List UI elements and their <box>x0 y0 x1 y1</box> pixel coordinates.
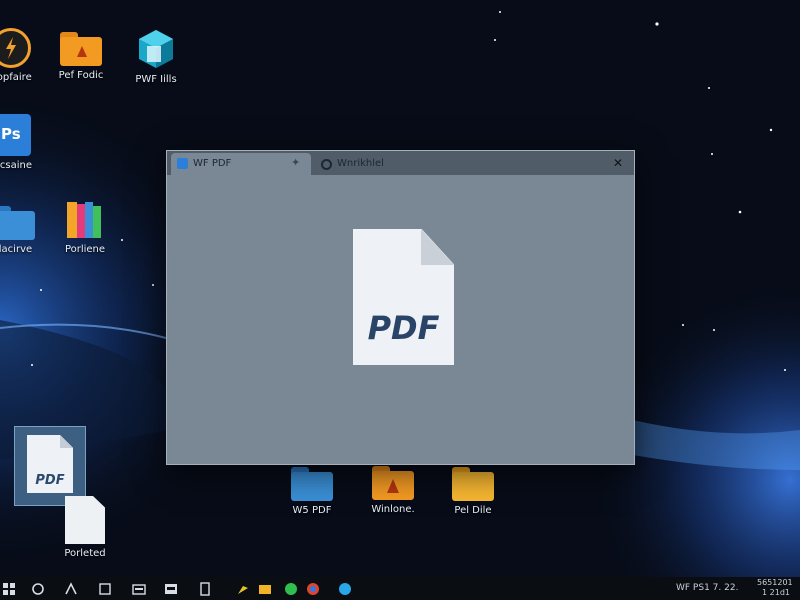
docs-icon[interactable] <box>198 581 214 597</box>
pin-icon[interactable] <box>236 581 252 597</box>
desktop-icon-label: PWF Iills <box>135 74 177 85</box>
files-icon[interactable] <box>98 581 114 597</box>
desktop-icon-label: Porliene <box>64 244 106 255</box>
tab-wnrikhlel[interactable]: Wnrikhlel <box>313 153 503 175</box>
pdf-app-icon: Ps <box>0 114 31 156</box>
tab-label: Wnrikhlel <box>337 158 384 169</box>
desktop-icon-label: Winlone. <box>371 504 415 515</box>
document-icon <box>65 496 105 544</box>
desktop-icon-pel-dile[interactable]: Pel Dile <box>428 467 518 516</box>
pin-icon[interactable]: ✦ <box>291 156 300 169</box>
desktop-icon-label: Pel Dile <box>454 505 492 516</box>
desktop-icon-porleted[interactable]: Porleted <box>40 496 130 559</box>
chrome-icon[interactable] <box>306 581 322 597</box>
selected-pdf-file[interactable]: PDF <box>14 426 86 506</box>
search-icon[interactable] <box>31 581 47 597</box>
desktop-icon-porliene[interactable]: Porliene <box>40 198 130 255</box>
loading-icon <box>321 159 332 170</box>
folder-icon <box>452 467 494 501</box>
power-app-icon <box>0 28 31 68</box>
pdf-folder-icon <box>372 466 414 500</box>
folder-icon <box>0 206 35 240</box>
desktop-icon-pwf-iills[interactable]: PWF Iills <box>111 28 201 85</box>
tab-wf-pdf[interactable]: WF PDF ✦ <box>171 153 311 175</box>
window-tab-bar: WF PDF ✦ Wnrikhlel ✕ <box>167 151 634 175</box>
pdf-tab-icon <box>177 158 188 169</box>
clock-date[interactable]: 1 21d1 <box>762 588 790 597</box>
pdf-badge: PDF <box>35 473 65 488</box>
taskbar: WF PS1 7. 22. 5651201 1 21d1 <box>0 577 800 600</box>
document-stack-icon <box>135 28 177 70</box>
task-view-icon[interactable] <box>64 581 80 597</box>
clock-time[interactable]: 5651201 <box>757 578 793 587</box>
tab-label: WF PDF <box>193 158 232 169</box>
pdf-file-icon: PDF <box>27 435 73 493</box>
pdf-document-icon: PDF <box>353 229 454 365</box>
pdf-document-label: PDF <box>367 309 440 347</box>
desktop-icon-ocsaine[interactable]: Ps Ocsaine <box>0 114 57 171</box>
folder-icon <box>60 32 102 66</box>
colorful-folder-icon <box>65 198 105 240</box>
desktop-icon-winlone[interactable]: Winlone. <box>348 466 438 515</box>
desktop-icon-label: Ocsaine <box>0 160 32 171</box>
close-icon[interactable]: ✕ <box>613 156 623 170</box>
app-blue-icon[interactable] <box>338 581 354 597</box>
tray-info[interactable]: WF PS1 7. 22. <box>676 583 738 593</box>
desktop-icon-label: W5 PDF <box>292 505 332 516</box>
start-icon[interactable] <box>2 581 18 597</box>
desktop-icon-label: Porleted <box>64 548 106 559</box>
store-icon[interactable] <box>164 581 180 597</box>
folder-icon <box>291 467 333 501</box>
desktop-icon-w5-pdf[interactable]: W5 PDF <box>267 467 357 516</box>
viewer-window[interactable]: WF PDF ✦ Wnrikhlel ✕ PDF <box>166 150 635 465</box>
folder-yellow-icon[interactable] <box>258 581 274 597</box>
folder-icon[interactable] <box>132 581 148 597</box>
app-green-icon[interactable] <box>284 581 300 597</box>
